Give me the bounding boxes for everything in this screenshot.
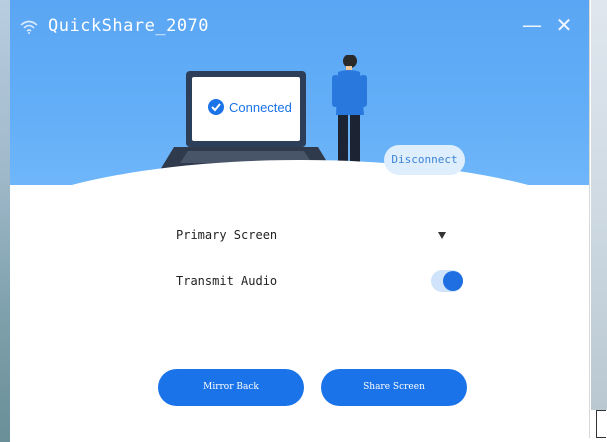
minimize-button[interactable]: — — [521, 14, 543, 36]
person-illustration — [332, 55, 367, 175]
wifi-icon — [20, 20, 38, 34]
quickshare-window: QuickShare_2070 — ✕ Connected Disconnect… — [10, 0, 590, 438]
mirror-back-button[interactable]: Mirror Back — [158, 369, 304, 406]
transmit-audio-toggle[interactable] — [431, 270, 463, 292]
header-banner: QuickShare_2070 — ✕ Connected Disconnect — [10, 0, 589, 185]
connected-text: Connected — [229, 100, 292, 115]
toggle-knob — [443, 271, 463, 291]
transmit-audio-label: Transmit Audio — [176, 274, 278, 288]
app-title: QuickShare_2070 — [48, 16, 210, 36]
desktop-background-right — [591, 0, 607, 410]
close-button[interactable]: ✕ — [553, 14, 575, 36]
share-screen-button[interactable]: Share Screen — [321, 369, 467, 406]
resize-corner — [596, 410, 606, 438]
desktop-background-left — [0, 0, 10, 442]
header-curve — [10, 160, 589, 185]
check-circle-icon — [208, 99, 224, 115]
disconnect-button[interactable]: Disconnect — [384, 145, 465, 175]
primary-screen-label: Primary Screen — [176, 228, 278, 242]
dropdown-arrow-icon[interactable] — [437, 230, 447, 240]
